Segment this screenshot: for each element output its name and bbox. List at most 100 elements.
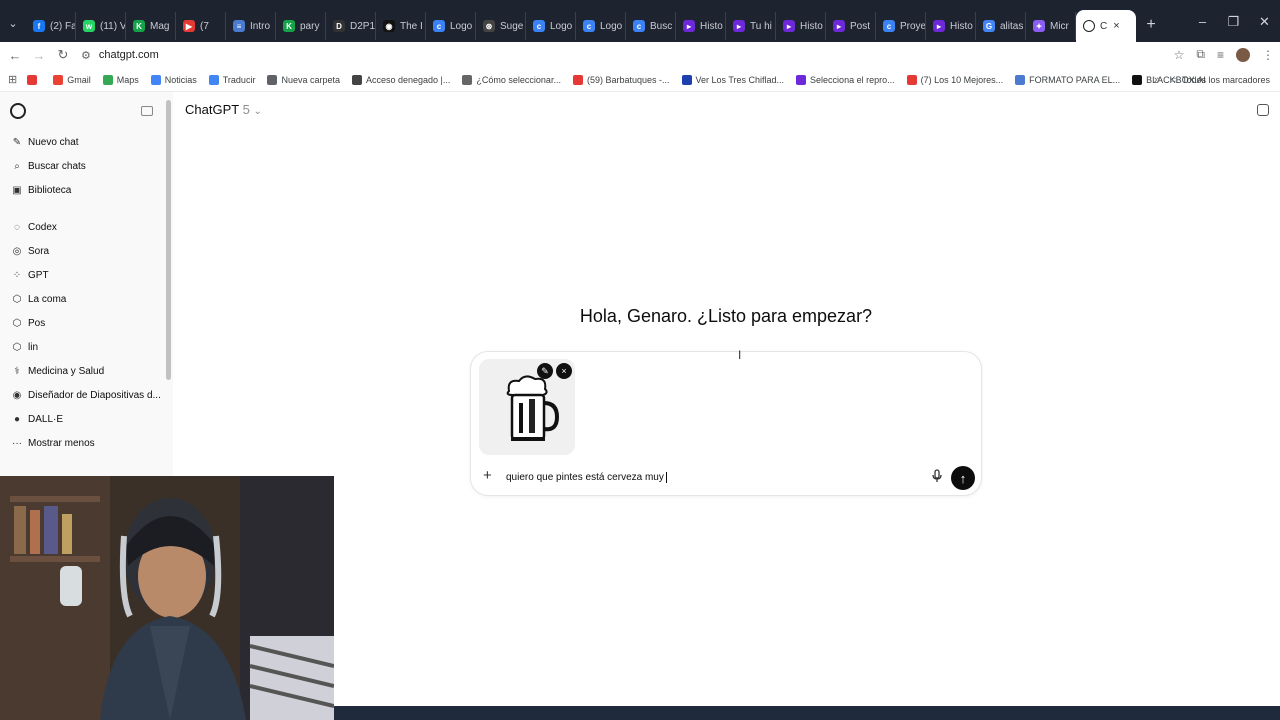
tab-item[interactable]: ≡ Intro	[226, 12, 276, 40]
sidebar-item[interactable]: ● DALL·E	[0, 407, 173, 431]
extensions-icon[interactable]: ⧉	[1196, 47, 1205, 62]
bookmark-item[interactable]: Gmail	[53, 74, 91, 85]
sidebar-item[interactable]: ⌕ Buscar chats	[0, 154, 173, 178]
tab-item[interactable]: ▶ (7	[176, 12, 226, 40]
tab-item[interactable]: ▸ Histo	[776, 12, 826, 40]
edit-image-button[interactable]: ✎	[537, 363, 553, 379]
bookmark-item[interactable]: Nueva carpeta	[267, 74, 340, 85]
sidebar-item[interactable]: ✎ Nuevo chat	[0, 130, 173, 154]
tab-item[interactable]: c Busc	[626, 12, 676, 40]
sidebar-scrollbar[interactable]	[166, 100, 171, 380]
openai-logo-icon[interactable]	[10, 103, 26, 119]
minimize-button[interactable]: –	[1187, 14, 1218, 30]
webcam-feed-image	[0, 476, 334, 720]
bookmark-item[interactable]: Noticias	[150, 74, 197, 85]
media-control-icon[interactable]: ≡	[1217, 48, 1224, 62]
bookmark-item[interactable]: Selecciona el repro...	[796, 74, 895, 85]
tab-item[interactable]: ▸ Histo	[926, 12, 976, 40]
tab-item[interactable]: ✦ Micr	[1026, 12, 1076, 40]
sidebar-item[interactable]: ⁘ GPT	[0, 263, 173, 287]
profile-avatar[interactable]	[1236, 47, 1250, 62]
microphone-icon[interactable]	[931, 469, 943, 486]
all-bookmarks-folder[interactable]: ▭ Todos los marcadores	[1169, 74, 1270, 85]
sidebar-item-label: GPT	[28, 269, 49, 281]
tab-item[interactable]: c Proye	[876, 12, 926, 40]
tab-list: f (2) Fa w (11) V K Mag ▶ (7 ≡ Intro Kpary D D2P1 ◉ Th…	[26, 12, 1076, 42]
tab-favicon-icon: ▸	[933, 20, 945, 32]
bookmark-item[interactable]: Ver Los Tres Chiflad...	[681, 74, 785, 85]
tab-item[interactable]: f (2) Fa	[26, 12, 76, 40]
new-tab-button[interactable]: +	[1136, 16, 1166, 34]
restore-button[interactable]: ❐	[1218, 14, 1249, 30]
sidebar-item[interactable]: ◎ Sora	[0, 239, 173, 263]
tab-item[interactable]: c Logo	[526, 12, 576, 40]
more-bookmarks-icon[interactable]: »	[1154, 74, 1160, 86]
bookmark-item[interactable]: Traducir	[208, 74, 255, 85]
address-bar[interactable]: ⚙ chatgpt.com	[81, 43, 1141, 67]
bookmark-label: Ver Los Tres Chiflad...	[695, 74, 785, 85]
bookmark-item[interactable]: FORMATO PARA EL...	[1015, 74, 1120, 85]
sidebar-item[interactable]: ⬡ Pos	[0, 311, 173, 335]
sidebar-item-label: Codex	[28, 221, 57, 233]
tab-active-chatgpt[interactable]: C ×	[1076, 10, 1136, 42]
tab-item[interactable]: Kpary	[276, 12, 326, 40]
forward-arrow-icon[interactable]: →	[27, 48, 51, 63]
bookmark-label: Maps	[116, 74, 139, 85]
tab-label: Logo	[600, 20, 623, 32]
back-arrow-icon[interactable]: ←	[3, 48, 27, 63]
site-info-icon[interactable]: ⚙	[81, 49, 91, 62]
bookmark-item[interactable]: (7) Los 10 Mejores...	[906, 74, 1003, 85]
tab-item[interactable]: w (11) V	[76, 12, 126, 40]
tab-item[interactable]: ⊛ Suge	[476, 12, 526, 40]
greeting-heading: Hola, Genaro. ¿Listo para empezar?	[579, 306, 873, 326]
sidebar-item[interactable]: ⚕ Medicina y Salud	[0, 359, 173, 383]
sidebar-toggle-icon[interactable]	[141, 106, 153, 116]
bookmark-item[interactable]	[27, 74, 41, 85]
tab-favicon-icon: c	[633, 20, 645, 32]
tab-item[interactable]: K Mag	[126, 12, 176, 40]
prompt-input[interactable]: quiero que pintes está cerveza muy	[506, 472, 667, 483]
tab-item[interactable]: Galitas	[976, 12, 1026, 40]
chevron-down-icon: ⌄	[253, 106, 262, 117]
bookmark-item[interactable]: (59) Barbatuques -...	[572, 74, 670, 85]
tab-item[interactable]: ▸ Post	[826, 12, 876, 40]
send-button[interactable]: ↑	[951, 466, 975, 490]
sidebar-item[interactable]: ◉ Diseñador de Diapositivas d...	[0, 383, 173, 407]
bookmark-item[interactable]: ¿Cómo seleccionar...	[462, 74, 561, 85]
sidebar-item-icon: ✎	[12, 136, 22, 148]
bookmark-star-icon[interactable]: ☆	[1174, 48, 1185, 62]
bookmark-favicon-icon	[572, 74, 583, 85]
sidebar-item-icon: ⌕	[14, 160, 20, 172]
tab-favicon-icon: ✦	[1033, 20, 1045, 32]
tab-item[interactable]: c Logo	[426, 12, 476, 40]
close-tab-icon[interactable]: ×	[1113, 20, 1119, 32]
sidebar-item-label: Buscar chats	[28, 160, 86, 172]
tab-item[interactable]: c Logo	[576, 12, 626, 40]
sidebar-item[interactable]: ◌ Codex	[0, 215, 173, 239]
tab-favicon-icon: ▶	[183, 20, 195, 32]
bookmark-item[interactable]: Maps	[102, 74, 139, 85]
tab-item[interactable]: ◉ The I	[376, 12, 426, 40]
tab-search-button[interactable]: ⌄	[0, 8, 26, 38]
tab-item[interactable]: ▸ Histo	[676, 12, 726, 40]
browser-menu-icon[interactable]: ⋮	[1262, 48, 1274, 62]
attached-image[interactable]: ✎ ×	[479, 359, 575, 455]
sidebar-item[interactable]: ▣ Biblioteca	[0, 178, 173, 202]
reload-icon[interactable]: ↻	[51, 47, 75, 63]
tab-item[interactable]: ▸ Tu hi	[726, 12, 776, 40]
close-window-button[interactable]: ✕	[1249, 14, 1280, 30]
bookmark-favicon-icon	[906, 74, 917, 85]
sidebar-item[interactable]: ··· Mostrar menos	[0, 431, 173, 455]
sidebar-item[interactable]: ⬡ La coma	[0, 287, 173, 311]
add-attachment-button[interactable]: +	[483, 467, 492, 484]
sidebar-item[interactable]: ⬡ lin	[0, 335, 173, 359]
tab-label: pary	[300, 20, 320, 32]
temporary-chat-icon[interactable]	[1257, 104, 1269, 116]
bookmark-item[interactable]: Acceso denegado |...	[352, 74, 450, 85]
tab-item[interactable]: D D2P1	[326, 12, 376, 40]
model-selector[interactable]: ChatGPT 5 ⌄	[185, 102, 262, 117]
remove-image-button[interactable]: ×	[556, 363, 572, 379]
apps-grid-icon[interactable]: ⊞	[8, 73, 17, 86]
sidebar-item-label: Nuevo chat	[28, 136, 79, 148]
sidebar-item-label: DALL·E	[28, 413, 64, 425]
